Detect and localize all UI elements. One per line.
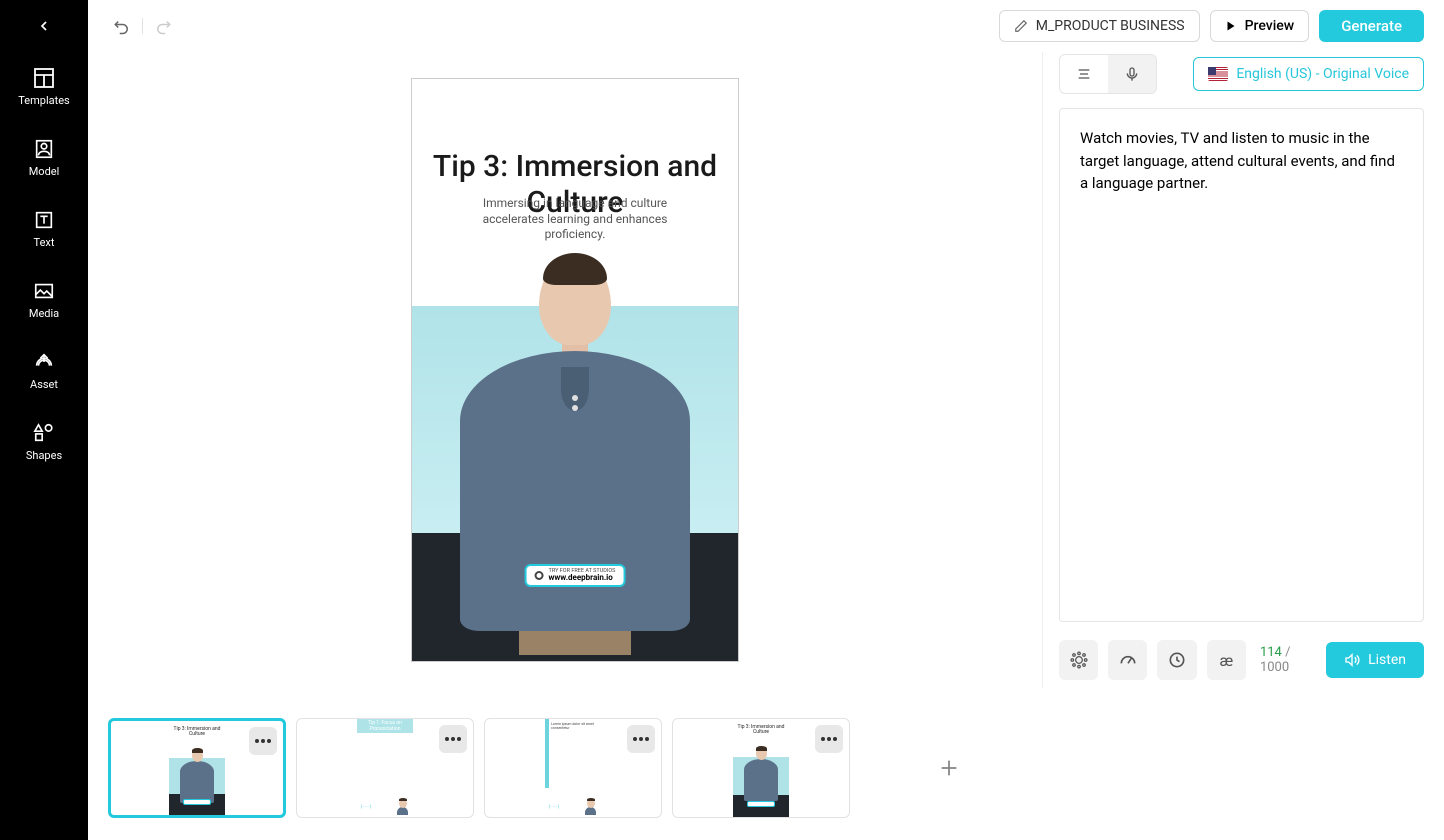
- media-icon: [32, 279, 56, 303]
- thumb-wm: [ - - - - ]: [361, 805, 371, 809]
- top-bar: M_PRODUCT BUSINESS Preview Generate: [88, 0, 1444, 52]
- avatar-model[interactable]: [445, 257, 705, 662]
- slide-subtitle[interactable]: Immersing in language and culture accele…: [412, 196, 738, 243]
- pencil-icon: [1014, 19, 1028, 33]
- sidebar-item-media[interactable]: Media: [0, 265, 88, 336]
- sidebar: Templates Model Text Media Asset Shapes: [0, 0, 88, 840]
- script-panel: English (US) - Original Voice æ 114: [1042, 52, 1424, 688]
- thumb-menu-button[interactable]: [439, 725, 467, 753]
- asset-icon: [32, 350, 56, 374]
- script-tools: æ 114 / 1000 Listen: [1059, 632, 1424, 688]
- pause-tool-button[interactable]: [1157, 640, 1196, 680]
- tab-voice[interactable]: [1108, 55, 1156, 93]
- chevron-left-icon: [36, 18, 52, 34]
- char-current: 114: [1260, 645, 1282, 660]
- add-slide-button[interactable]: [860, 718, 1038, 818]
- tab-text[interactable]: [1060, 55, 1108, 93]
- more-icon: [633, 737, 649, 741]
- workspace: Tip 3: Immersion and Culture Immersing i…: [88, 52, 1444, 708]
- slide-thumb-2[interactable]: Tip 1: Focus on Pronunciation [ - - - - …: [296, 718, 474, 818]
- redo-button[interactable]: [149, 12, 177, 40]
- sidebar-item-label: Shapes: [26, 449, 62, 462]
- more-icon: [821, 737, 837, 741]
- top-right-group: M_PRODUCT BUSINESS Preview Generate: [999, 10, 1424, 42]
- undo-button[interactable]: [108, 12, 136, 40]
- project-name-text: M_PRODUCT BUSINESS: [1036, 18, 1185, 34]
- generate-label: Generate: [1341, 17, 1402, 35]
- slide-thumb-3[interactable]: Lorem ipsum dolor sit amet consectetur […: [484, 718, 662, 818]
- thumb-menu-button[interactable]: [249, 727, 277, 755]
- language-selector[interactable]: English (US) - Original Voice: [1193, 57, 1424, 91]
- sidebar-item-label: Templates: [18, 94, 69, 107]
- thumb-title: Tip 3: Immersion and Culture: [169, 727, 225, 737]
- more-icon: [445, 737, 461, 741]
- watermark: TRY FOR FREE AT STUDIOS www.deepbrain.io: [525, 564, 626, 588]
- templates-icon: [32, 66, 56, 90]
- script-tabs: [1059, 54, 1157, 94]
- script-textarea[interactable]: [1059, 108, 1424, 622]
- model-icon: [32, 137, 56, 161]
- plus-icon: [938, 757, 960, 779]
- sidebar-item-shapes[interactable]: Shapes: [0, 407, 88, 478]
- speaker-icon: [1344, 652, 1360, 668]
- phonetic-icon: æ: [1220, 651, 1234, 670]
- thumb-wm: [ - - - - ]: [549, 805, 559, 809]
- slide-thumb-1[interactable]: Tip 3: Immersion and Culture: [108, 718, 286, 818]
- gauge-icon: [1118, 650, 1138, 670]
- sidebar-item-model[interactable]: Model: [0, 123, 88, 194]
- char-count: 114 / 1000: [1260, 645, 1316, 675]
- sidebar-item-label: Asset: [30, 378, 58, 391]
- text-icon: [32, 208, 56, 232]
- language-label: English (US) - Original Voice: [1236, 66, 1409, 82]
- thumb-title: Lorem ipsum dolor sit amet consectetur: [551, 722, 599, 730]
- project-name-input[interactable]: M_PRODUCT BUSINESS: [999, 10, 1200, 42]
- redo-icon: [154, 17, 172, 35]
- us-flag-icon: [1208, 67, 1228, 81]
- thumb-title: Tip 1: Focus on Pronunciation: [357, 719, 413, 733]
- undo-icon: [113, 17, 131, 35]
- undo-redo-group: [108, 12, 177, 40]
- mic-icon: [1124, 66, 1140, 82]
- thumb-menu-button[interactable]: [627, 725, 655, 753]
- canvas-area[interactable]: Tip 3: Immersion and Culture Immersing i…: [108, 52, 1042, 688]
- separator: [142, 18, 143, 34]
- play-icon: [1225, 20, 1237, 32]
- sidebar-item-label: Text: [34, 236, 55, 249]
- more-icon: [255, 739, 271, 743]
- slide-thumb-4[interactable]: Tip 3: Immersion and Culture: [672, 718, 850, 818]
- script-panel-top: English (US) - Original Voice: [1059, 52, 1424, 96]
- sidebar-item-label: Media: [29, 307, 59, 320]
- speed-tool-button[interactable]: [1108, 640, 1147, 680]
- ai-tool-button[interactable]: [1059, 640, 1098, 680]
- menu-icon: [1076, 66, 1092, 82]
- sidebar-item-label: Model: [29, 165, 60, 178]
- ai-icon: [1069, 650, 1089, 670]
- main-area: M_PRODUCT BUSINESS Preview Generate Tip …: [88, 0, 1444, 840]
- watermark-logo-icon: [535, 571, 544, 580]
- clock-icon: [1167, 650, 1187, 670]
- watermark-url: www.deepbrain.io: [549, 574, 616, 582]
- generate-button[interactable]: Generate: [1319, 10, 1424, 42]
- phonetic-tool-button[interactable]: æ: [1207, 640, 1246, 680]
- preview-label: Preview: [1245, 18, 1295, 34]
- preview-button[interactable]: Preview: [1210, 10, 1310, 42]
- sidebar-item-asset[interactable]: Asset: [0, 336, 88, 407]
- thumb-title: Tip 3: Immersion and Culture: [733, 725, 789, 735]
- thumb-menu-button[interactable]: [815, 725, 843, 753]
- shapes-icon: [32, 421, 56, 445]
- listen-label: Listen: [1368, 652, 1406, 668]
- slide-preview[interactable]: Tip 3: Immersion and Culture Immersing i…: [411, 78, 739, 662]
- back-button[interactable]: [0, 0, 88, 52]
- sidebar-item-text[interactable]: Text: [0, 194, 88, 265]
- listen-button[interactable]: Listen: [1326, 642, 1424, 678]
- film-strip: Tip 3: Immersion and Culture Tip 1: Focu…: [88, 708, 1444, 840]
- sidebar-item-templates[interactable]: Templates: [0, 52, 88, 123]
